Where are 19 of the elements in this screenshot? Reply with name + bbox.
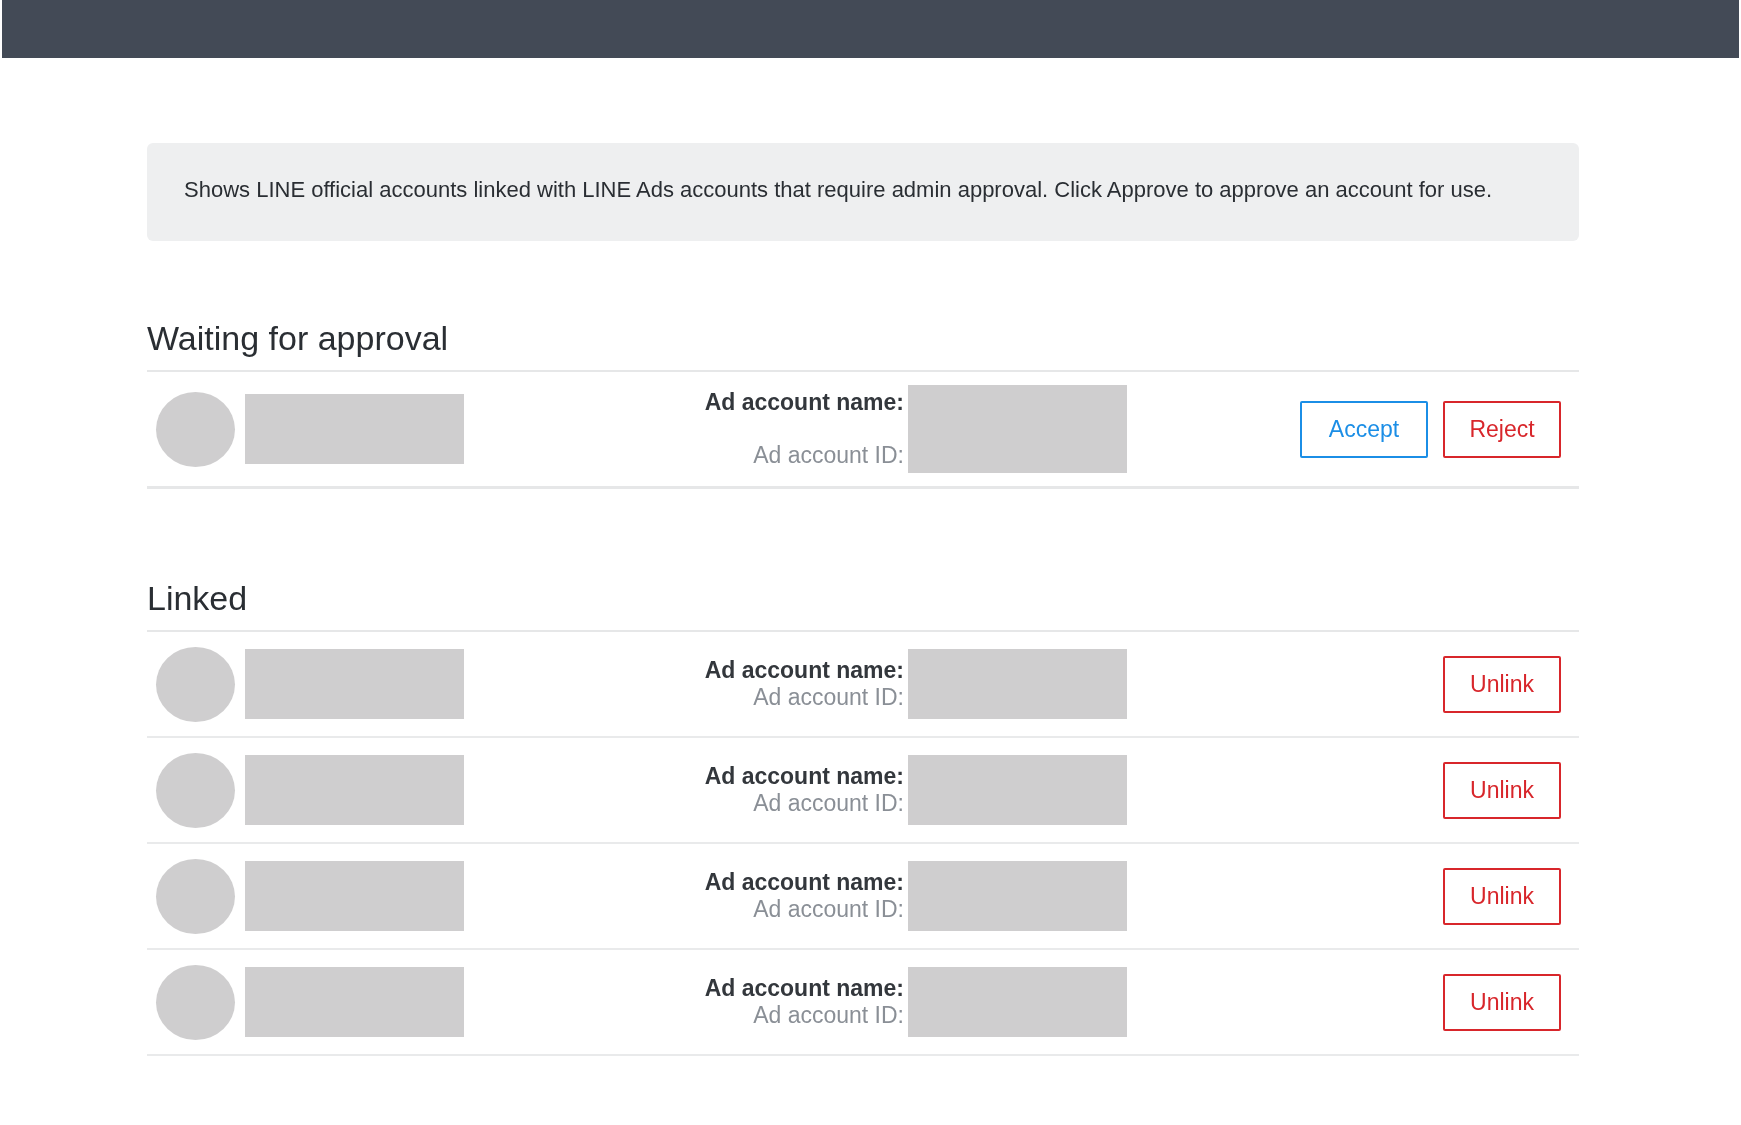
section-heading: Linked xyxy=(147,579,1579,632)
field-label: Ad account ID: xyxy=(753,442,904,469)
field-label: Ad account name: xyxy=(704,763,904,790)
accept-button[interactable]: Accept xyxy=(1300,400,1428,458)
field-label: Ad account ID: xyxy=(753,790,904,817)
reject-button[interactable]: Unlink xyxy=(1443,655,1561,713)
reject-button[interactable]: Reject xyxy=(1443,400,1561,458)
reject-button[interactable]: Unlink xyxy=(1443,761,1561,819)
field-label: Ad account name: xyxy=(704,869,904,896)
field-label: Ad account name: xyxy=(704,657,904,684)
field-label: Ad account name: xyxy=(704,389,904,416)
info-notice: Shows LINE official accounts linked with LINE Ads accounts that require admin approval. Click Approve to approve an account for use. xyxy=(147,143,1579,241)
field-label: Ad account name: xyxy=(704,975,904,1002)
reject-button[interactable]: Unlink xyxy=(1443,973,1561,1031)
field-label: Ad account ID: xyxy=(753,684,904,711)
field-label: Ad account ID: xyxy=(753,1002,904,1029)
reject-button[interactable]: Unlink xyxy=(1443,867,1561,925)
section-heading: Waiting for approval xyxy=(147,319,1579,372)
field-label: Ad account ID: xyxy=(753,896,904,923)
